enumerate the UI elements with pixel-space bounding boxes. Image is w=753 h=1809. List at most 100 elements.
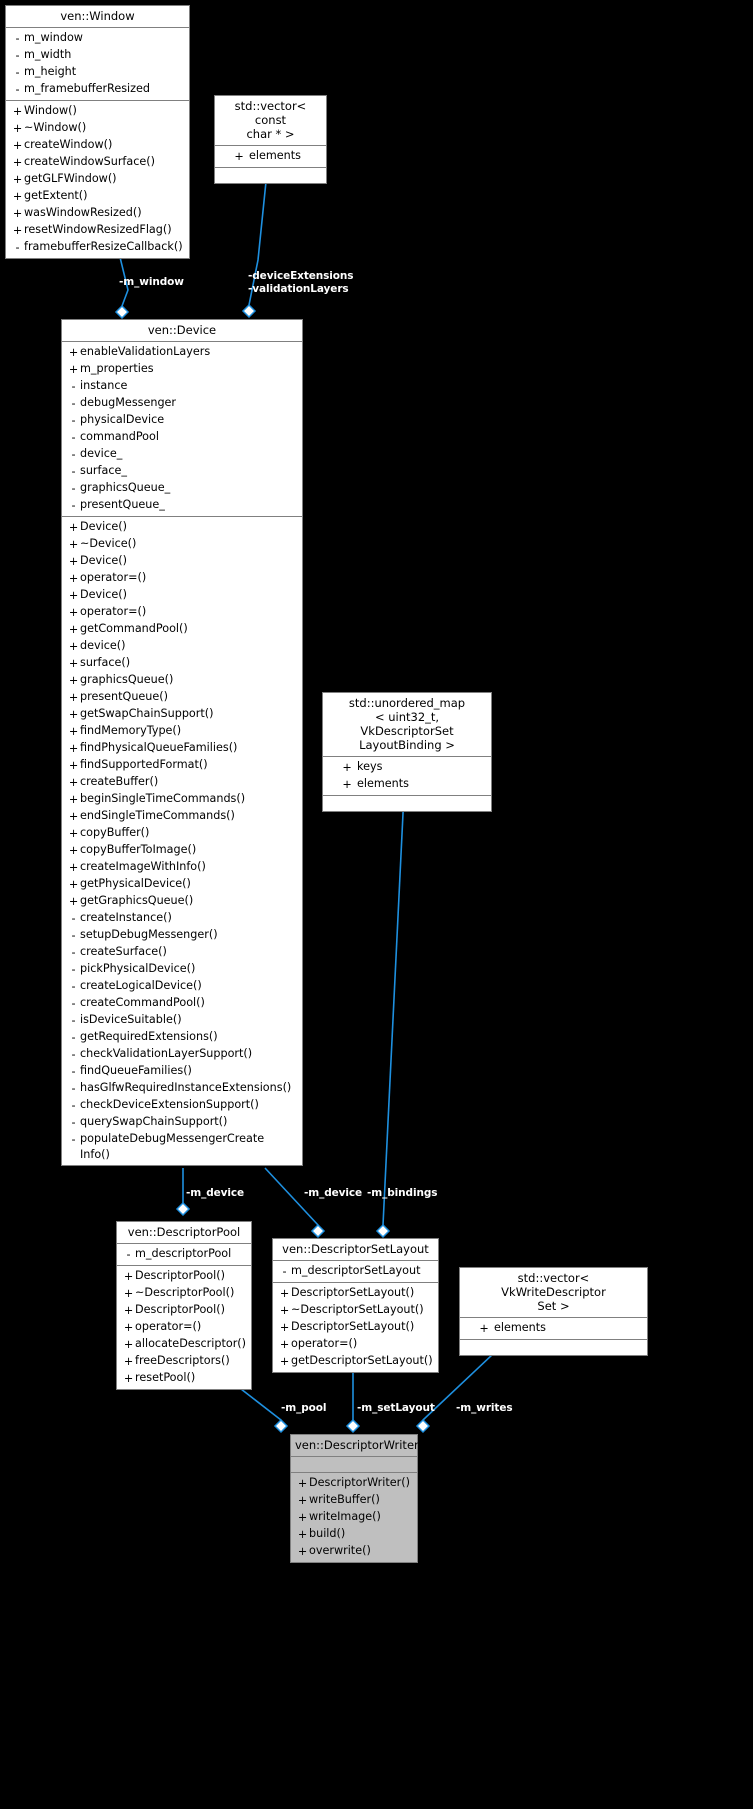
edge-window-device-diamond xyxy=(114,304,130,320)
member-visibility: - xyxy=(71,1099,76,1112)
member-visibility: + xyxy=(68,346,79,359)
class-node-std-vector-vkwritedescriptorset[interactable]: std::vector< VkWriteDescriptor Set > + el… xyxy=(459,1267,648,1356)
member-visibility: + xyxy=(68,742,79,755)
member-visibility: + xyxy=(12,156,23,169)
attributes-section: - m_descriptorPool xyxy=(117,1244,251,1266)
member-name: m_framebufferResized xyxy=(24,82,150,95)
class-title-std-vector-vkwritedescriptorset: std::vector< VkWriteDescriptor Set > xyxy=(460,1268,647,1318)
member-name: Window() xyxy=(24,104,77,117)
class-member: + copyBuffer() xyxy=(62,825,302,842)
member-visibility: - xyxy=(71,431,76,444)
member-name: graphicsQueue() xyxy=(80,673,174,686)
member-visibility: + xyxy=(123,1270,134,1283)
member-name: getPhysicalDevice() xyxy=(80,877,191,890)
member-name: operator=() xyxy=(291,1337,358,1350)
member-name: querySwapChainSupport() xyxy=(80,1115,228,1128)
member-name: overwrite() xyxy=(309,1544,371,1557)
member-name: resetWindowResizedFlag() xyxy=(24,223,172,236)
member-visibility: - xyxy=(71,414,76,427)
member-name: surface_ xyxy=(80,464,127,477)
attributes-section: - m_descriptorSetLayout xyxy=(273,1261,438,1283)
member-name: build() xyxy=(309,1527,346,1540)
member-visibility: + xyxy=(12,190,23,203)
member-name: DescriptorPool() xyxy=(135,1269,225,1282)
class-title-ven-window: ven::Window xyxy=(6,6,189,28)
member-visibility: - xyxy=(71,980,76,993)
methods-section xyxy=(215,168,326,183)
class-member: - graphicsQueue_ xyxy=(62,480,302,497)
class-member: - createInstance() xyxy=(62,910,302,927)
class-node-ven-descriptorpool[interactable]: ven::DescriptorPool - m_descriptorPool + D… xyxy=(116,1221,252,1390)
class-node-std-unordered-map[interactable]: std::unordered_map < uint32_t, VkDescrip… xyxy=(322,692,492,812)
member-visibility: - xyxy=(71,1116,76,1129)
member-name: ~Window() xyxy=(24,121,87,134)
class-member: + Device() xyxy=(62,587,302,604)
member-visibility: + xyxy=(12,122,23,135)
attributes-section: + keys + elements xyxy=(323,757,491,796)
member-visibility: + xyxy=(123,1287,134,1300)
member-visibility: + xyxy=(297,1477,308,1490)
class-member: + presentQueue() xyxy=(62,689,302,706)
member-visibility: - xyxy=(71,397,76,410)
member-name: presentQueue_ xyxy=(80,498,165,511)
attributes-section: + elements xyxy=(215,146,326,168)
member-visibility: + xyxy=(297,1528,308,1541)
member-visibility: - xyxy=(126,1248,131,1261)
member-visibility: + xyxy=(68,640,79,653)
member-visibility: + xyxy=(68,844,79,857)
member-visibility: + xyxy=(68,861,79,874)
class-member: + getSwapChainSupport() xyxy=(62,706,302,723)
class-node-std-vector-const-char[interactable]: std::vector< const char * > + elements xyxy=(214,95,327,184)
class-member: + createImageWithInfo() xyxy=(62,859,302,876)
class-member: - setupDebugMessenger() xyxy=(62,927,302,944)
member-visibility: - xyxy=(71,1133,76,1146)
edge-descriptorpool-descriptorwriter-diamond xyxy=(273,1418,289,1434)
edge-label-device-descriptorpool: -m_device xyxy=(186,1187,245,1199)
member-name: getCommandPool() xyxy=(80,622,188,635)
member-visibility: - xyxy=(71,482,76,495)
member-visibility: + xyxy=(279,1338,290,1351)
member-visibility: + xyxy=(68,776,79,789)
member-visibility: - xyxy=(71,448,76,461)
edge-label-vector-device: -deviceExtensions -validationLayers xyxy=(248,270,354,295)
class-node-ven-descriptorwriter[interactable]: ven::DescriptorWriter + DescriptorWriter(… xyxy=(290,1434,419,1563)
member-visibility: + xyxy=(279,1321,290,1334)
member-visibility: - xyxy=(15,66,20,79)
member-name: m_height xyxy=(24,65,77,78)
class-member: - debugMessenger xyxy=(62,395,302,412)
member-name: isDeviceSuitable() xyxy=(80,1013,182,1026)
class-member: + ~DescriptorPool() xyxy=(117,1285,251,1302)
class-member: + keys xyxy=(323,759,491,776)
attributes-section: + elements xyxy=(460,1318,647,1340)
member-name: getRequiredExtensions() xyxy=(80,1030,218,1043)
edge-label-descriptorsetlayout-descriptorwriter: -m_setLayout xyxy=(357,1402,435,1414)
member-name: createLogicalDevice() xyxy=(80,979,202,992)
methods-section: + Device() + ~Device() + Device() + operator=()… xyxy=(62,517,302,1165)
class-member: + operator=() xyxy=(62,604,302,621)
member-visibility: + xyxy=(68,725,79,738)
member-visibility: + xyxy=(12,224,23,237)
member-name: resetPool() xyxy=(135,1371,196,1384)
member-name: getGraphicsQueue() xyxy=(80,894,194,907)
class-member: + build() xyxy=(291,1526,417,1543)
methods-section: + DescriptorPool() + ~DescriptorPool() + Desc… xyxy=(117,1266,251,1389)
class-member: + elements xyxy=(215,148,326,165)
member-visibility: + xyxy=(12,105,23,118)
member-name: presentQueue() xyxy=(80,690,169,703)
class-member: + endSingleTimeCommands() xyxy=(62,808,302,825)
class-node-ven-window[interactable]: ven::Window - m_window - m_width - m_height - m… xyxy=(5,5,190,259)
methods-section: + Window() + ~Window() + createWindow() + creat… xyxy=(6,101,189,258)
member-name: checkValidationLayerSupport() xyxy=(80,1047,253,1060)
class-node-ven-device[interactable]: ven::Device + enableValidationLayers + m_pr… xyxy=(61,319,303,1166)
member-name: ~DescriptorPool() xyxy=(135,1286,235,1299)
member-visibility: + xyxy=(12,173,23,186)
member-name: checkDeviceExtensionSupport() xyxy=(80,1098,259,1111)
member-visibility: - xyxy=(15,32,20,45)
class-member: + operator=() xyxy=(273,1336,438,1353)
class-member: + m_properties xyxy=(62,361,302,378)
member-visibility: + xyxy=(297,1545,308,1558)
member-name: findMemoryType() xyxy=(80,724,182,737)
class-node-ven-descriptorsetlayout[interactable]: ven::DescriptorSetLayout - m_descriptorSe… xyxy=(272,1238,439,1373)
member-visibility: + xyxy=(479,1322,489,1335)
member-visibility: + xyxy=(68,606,79,619)
